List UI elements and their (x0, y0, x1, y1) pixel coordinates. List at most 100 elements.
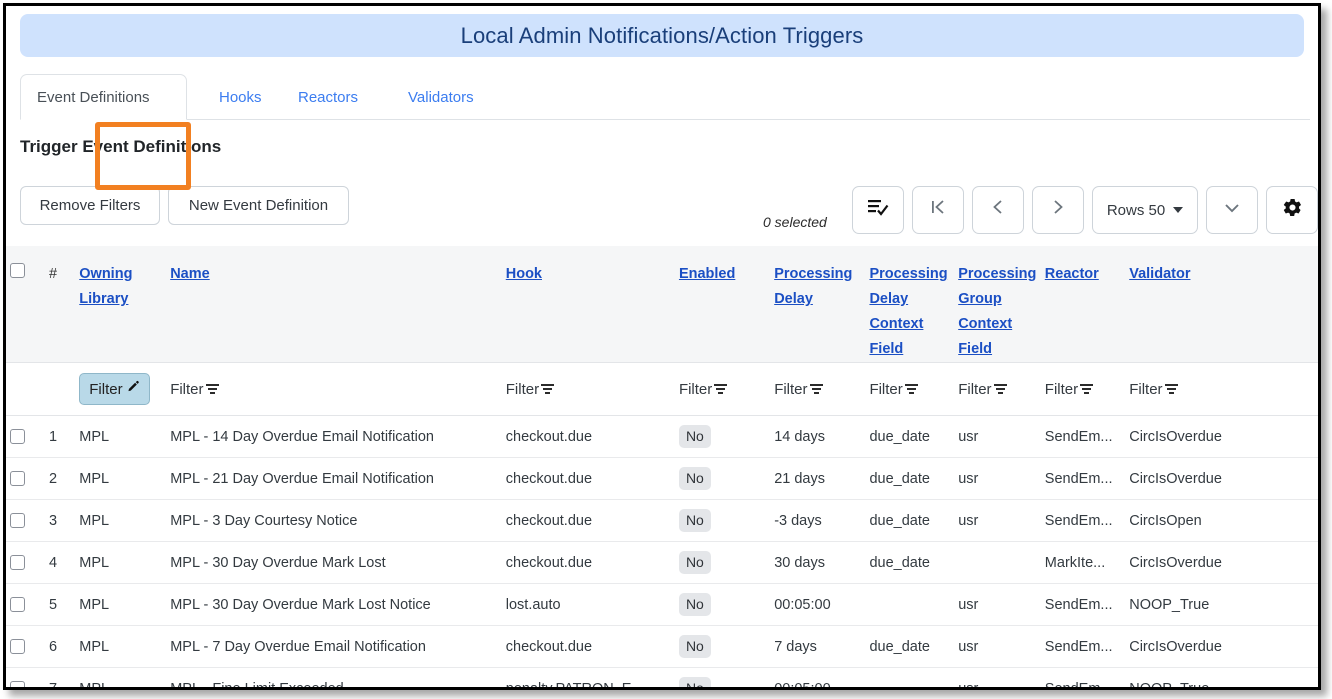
name-filter-button[interactable]: Filter (170, 381, 218, 398)
row-checkbox[interactable] (10, 471, 25, 486)
cell-processing-group-context-field: usr (954, 626, 1041, 668)
cell-processing-group-context-field: usr (954, 584, 1041, 626)
cell-processing-group-context-field: usr (954, 668, 1041, 691)
processing-delay-context-field-filter-button[interactable]: Filter (869, 381, 917, 398)
column-picker-button[interactable] (852, 186, 904, 234)
cell-spacer (1266, 668, 1318, 691)
cell-row-number: 6 (45, 626, 75, 668)
cell-reactor: SendEm... (1041, 458, 1125, 500)
cell-enabled: No (675, 626, 770, 668)
row-select-cell[interactable] (6, 458, 45, 500)
cell-enabled: No (675, 584, 770, 626)
row-checkbox[interactable] (10, 513, 25, 528)
filter-icon (541, 384, 554, 395)
header-enabled[interactable]: Enabled (675, 246, 770, 363)
hook-filter-button[interactable]: Filter (506, 381, 554, 398)
new-event-definition-button[interactable]: New Event Definition (168, 186, 349, 225)
list-check-icon (867, 197, 889, 223)
filter-cell-processing-delay[interactable]: Filter (770, 363, 865, 416)
processing-delay-filter-button[interactable]: Filter (774, 381, 822, 398)
grid-settings-button[interactable] (1266, 186, 1318, 234)
filter-cell-hook[interactable]: Filter (502, 363, 675, 416)
chevron-left-icon (989, 197, 1007, 223)
filter-icon (206, 384, 219, 395)
table-row[interactable]: 6 MPL MPL - 7 Day Overdue Email Notifica… (6, 626, 1318, 668)
row-select-cell[interactable] (6, 668, 45, 691)
cell-processing-group-context-field: usr (954, 458, 1041, 500)
header-hook[interactable]: Hook (502, 246, 675, 363)
filter-icon (714, 384, 727, 395)
tab-validators[interactable]: Validators (392, 74, 490, 120)
filter-icon (1165, 384, 1178, 395)
table-row[interactable]: 5 MPL MPL - 30 Day Overdue Mark Lost Not… (6, 584, 1318, 626)
cell-processing-delay-context-field (865, 668, 954, 691)
header-validator[interactable]: Validator (1125, 246, 1266, 363)
filter-cell-validator[interactable]: Filter (1125, 363, 1266, 416)
row-checkbox[interactable] (10, 681, 25, 690)
row-checkbox[interactable] (10, 555, 25, 570)
filter-cell-owning-library[interactable]: Filter (75, 363, 166, 416)
filter-cell-processing-delay-context-field[interactable]: Filter (865, 363, 954, 416)
header-processing-delay[interactable]: Processing Delay (770, 246, 865, 363)
filter-cell-reactor[interactable]: Filter (1041, 363, 1125, 416)
row-select-cell[interactable] (6, 416, 45, 458)
tab-event-definitions[interactable]: Event Definitions (20, 74, 187, 120)
cell-validator: CircIsOverdue (1125, 458, 1266, 500)
first-page-icon (929, 197, 947, 223)
filter-cell-enabled[interactable]: Filter (675, 363, 770, 416)
header-processing-delay-context-field[interactable]: Processing Delay Context Field (865, 246, 954, 363)
header-spacer (1266, 246, 1318, 363)
next-page-button[interactable] (1032, 186, 1084, 234)
cell-row-number: 2 (45, 458, 75, 500)
cell-owning-library: MPL (75, 500, 166, 542)
enabled-filter-button[interactable]: Filter (679, 381, 727, 398)
rows-per-page-label: Rows 50 (1107, 202, 1165, 219)
table-row[interactable]: 4 MPL MPL - 30 Day Overdue Mark Lost che… (6, 542, 1318, 584)
tab-reactors[interactable]: Reactors (282, 74, 374, 120)
cell-name: MPL - 30 Day Overdue Mark Lost Notice (166, 584, 502, 626)
row-select-cell[interactable] (6, 626, 45, 668)
cell-processing-group-context-field (954, 542, 1041, 584)
tab-hooks[interactable]: Hooks (203, 74, 278, 120)
cell-owning-library: MPL (75, 584, 166, 626)
more-actions-button[interactable] (1206, 186, 1258, 234)
owning-library-filter-button[interactable]: Filter (79, 373, 149, 405)
header-processing-group-context-field[interactable]: Processing Group Context Field (954, 246, 1041, 363)
cell-validator: CircIsOverdue (1125, 626, 1266, 668)
filter-cell-name[interactable]: Filter (166, 363, 502, 416)
table-row[interactable]: 2 MPL MPL - 21 Day Overdue Email Notific… (6, 458, 1318, 500)
cell-row-number: 4 (45, 542, 75, 584)
remove-filters-button[interactable]: Remove Filters (20, 186, 160, 225)
row-checkbox[interactable] (10, 597, 25, 612)
row-checkbox[interactable] (10, 429, 25, 444)
row-checkbox[interactable] (10, 639, 25, 654)
status-badge: No (679, 593, 711, 616)
previous-page-button[interactable] (972, 186, 1024, 234)
row-select-cell[interactable] (6, 542, 45, 584)
table-row[interactable]: 3 MPL MPL - 3 Day Courtesy Notice checko… (6, 500, 1318, 542)
header-name[interactable]: Name (166, 246, 502, 363)
chevron-right-icon (1049, 197, 1067, 223)
cell-validator: CircIsOpen (1125, 500, 1266, 542)
header-reactor[interactable]: Reactor (1041, 246, 1125, 363)
table-row[interactable]: 1 MPL MPL - 14 Day Overdue Email Notific… (6, 416, 1318, 458)
cell-validator: NOOP_True (1125, 668, 1266, 691)
cell-hook: checkout.due (502, 542, 675, 584)
row-select-cell[interactable] (6, 584, 45, 626)
rows-per-page-dropdown[interactable]: Rows 50 (1092, 186, 1198, 234)
select-all-checkbox[interactable] (10, 263, 25, 278)
validator-filter-button[interactable]: Filter (1129, 381, 1177, 398)
reactor-filter-button[interactable]: Filter (1045, 381, 1093, 398)
table-row[interactable]: 7 MPL MPL - Fine Limit Exceeded penalty.… (6, 668, 1318, 691)
first-page-button[interactable] (912, 186, 964, 234)
processing-group-context-field-filter-button[interactable]: Filter (958, 381, 1006, 398)
filter-cell-processing-group-context-field[interactable]: Filter (954, 363, 1041, 416)
row-select-cell[interactable] (6, 500, 45, 542)
header-row-number: # (45, 246, 75, 363)
cell-row-number: 3 (45, 500, 75, 542)
cell-name: MPL - 7 Day Overdue Email Notification (166, 626, 502, 668)
cell-processing-delay-context-field: due_date (865, 458, 954, 500)
header-owning-library[interactable]: Owning Library (75, 246, 166, 363)
cell-name: MPL - Fine Limit Exceeded (166, 668, 502, 691)
filter-icon (1080, 384, 1093, 395)
